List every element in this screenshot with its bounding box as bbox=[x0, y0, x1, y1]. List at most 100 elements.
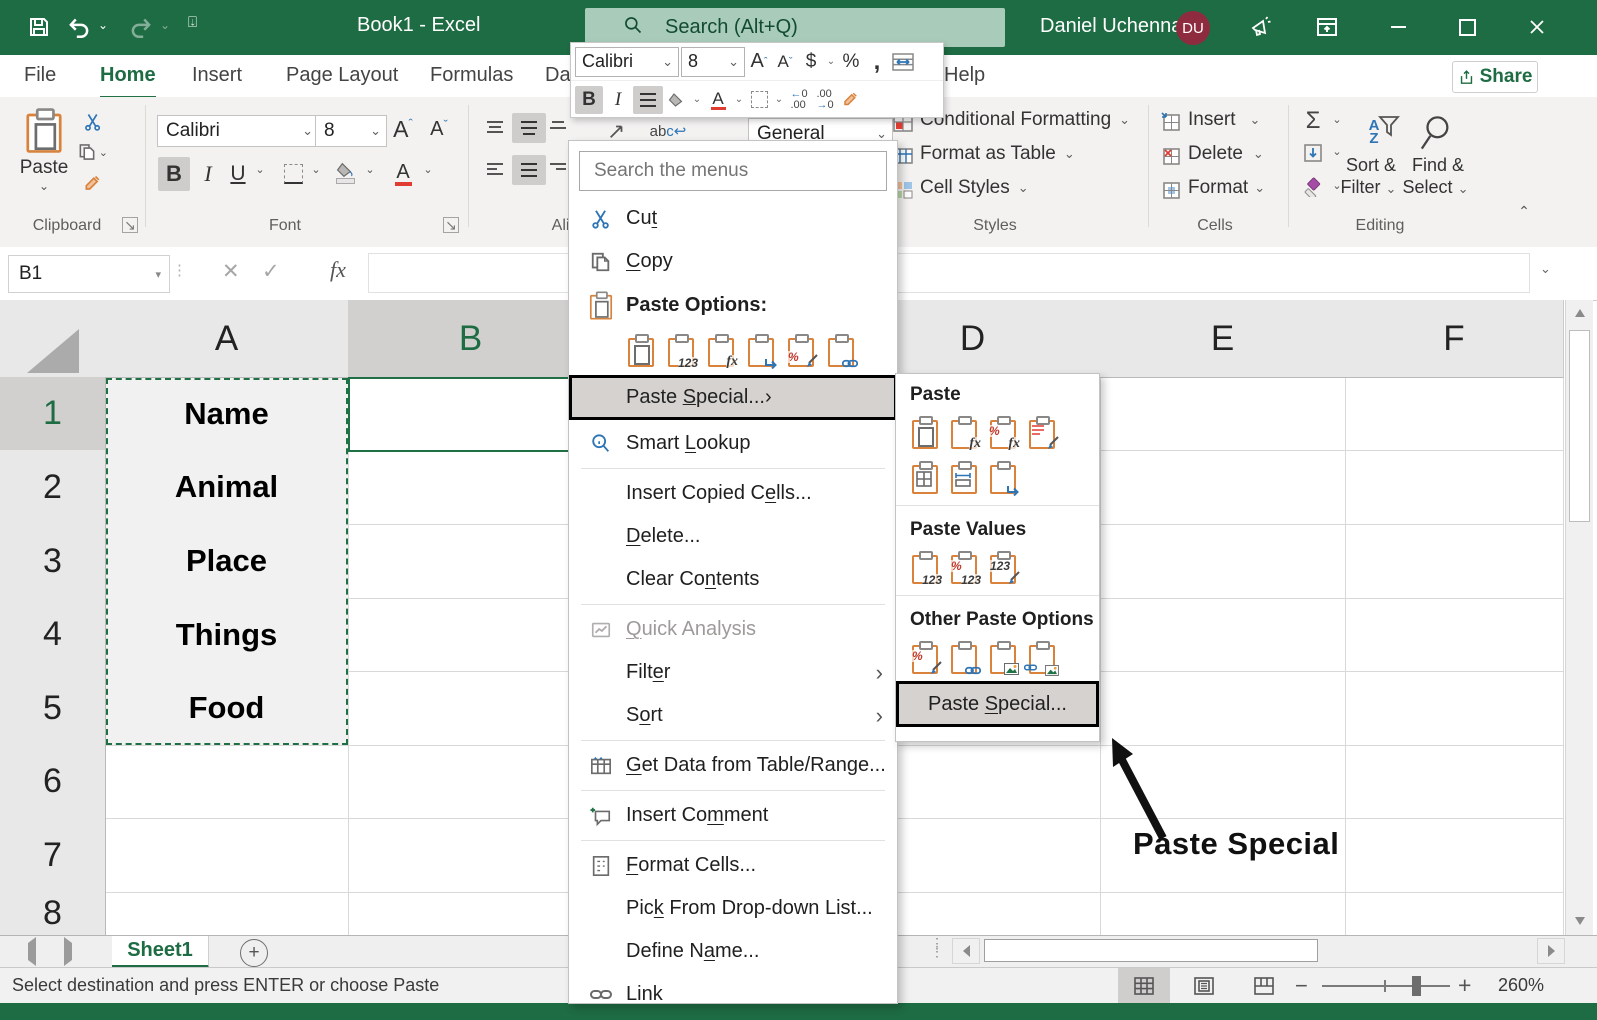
menu-item-insert-comment[interactable]: Insert Comment bbox=[569, 794, 897, 837]
zoom-out-button[interactable]: − bbox=[1295, 973, 1308, 999]
clipboard-dialog-launcher[interactable]: ↘ bbox=[122, 217, 138, 233]
quick-access-toolbar-icon[interactable]: ⍗ bbox=[188, 14, 197, 31]
row-header-8[interactable]: 8 bbox=[0, 892, 106, 936]
align-left-icon[interactable] bbox=[478, 155, 512, 185]
format-cells-ribbon-button[interactable]: Format ⌄ bbox=[1188, 177, 1270, 199]
mini-fill-dropdown-icon[interactable]: ⌄ bbox=[691, 86, 703, 114]
vertical-scroll-thumb[interactable] bbox=[1569, 330, 1590, 522]
row-header-4[interactable]: 4 bbox=[0, 598, 106, 672]
paste-transpose-icon[interactable] bbox=[746, 333, 777, 369]
menu-item-cut[interactable]: Cut bbox=[569, 197, 897, 240]
clear-icon[interactable] bbox=[1298, 173, 1328, 201]
font-size-select[interactable]: 8 ⌄ bbox=[315, 115, 387, 147]
tab-home[interactable]: Home bbox=[100, 55, 156, 100]
mini-italic-button[interactable]: I bbox=[605, 86, 631, 114]
mini-bold-button[interactable]: B bbox=[575, 85, 603, 114]
add-sheet-button[interactable]: + bbox=[240, 939, 268, 967]
menu-item-smart-lookup[interactable]: Smart Lookup bbox=[569, 422, 897, 465]
font-color-icon[interactable]: A bbox=[388, 155, 418, 191]
cell-A4[interactable]: Things bbox=[105, 598, 348, 671]
menu-item-clear-contents[interactable]: Clear Contents bbox=[569, 558, 897, 601]
cell-styles-button[interactable]: Cell Styles ⌄ bbox=[920, 177, 1034, 199]
cell-A5[interactable]: Food bbox=[105, 671, 348, 745]
menu-item-sort[interactable]: Sort › bbox=[569, 694, 897, 737]
format-painter-icon[interactable] bbox=[78, 171, 108, 197]
tab-insert[interactable]: Insert bbox=[192, 55, 242, 96]
mini-borders-dropdown-icon[interactable]: ⌄ bbox=[773, 86, 785, 114]
paste-values-icon[interactable]: 123 bbox=[666, 333, 698, 369]
minimize-button[interactable] bbox=[1375, 7, 1421, 47]
horizontal-scroll-thumb[interactable] bbox=[984, 939, 1318, 962]
row-header-2[interactable]: 2 bbox=[0, 450, 106, 525]
mini-accounting-dropdown-icon[interactable]: ⌄ bbox=[825, 48, 837, 76]
mini-font-color-dropdown-icon[interactable]: ⌄ bbox=[733, 86, 745, 114]
paste-picture-icon[interactable] bbox=[988, 641, 1019, 675]
menu-item-link[interactable]: Link bbox=[569, 973, 897, 1003]
paste-linked-picture-icon[interactable] bbox=[1024, 641, 1059, 676]
formula-input[interactable] bbox=[368, 253, 1530, 293]
hscroll-right-icon[interactable] bbox=[1537, 938, 1565, 964]
menu-search-input[interactable] bbox=[580, 159, 886, 183]
sheet-next-icon[interactable] bbox=[64, 937, 72, 966]
align-middle-icon[interactable] bbox=[512, 113, 546, 143]
font-dialog-launcher[interactable]: ↘ bbox=[443, 217, 459, 233]
align-right-icon[interactable] bbox=[546, 155, 570, 185]
share-button[interactable]: Share bbox=[1452, 61, 1538, 93]
namebox-splitter[interactable]: ⋮ bbox=[172, 261, 187, 279]
conditional-formatting-button[interactable]: Conditional Formatting ⌄ bbox=[920, 109, 1135, 131]
column-header-F[interactable]: F bbox=[1345, 300, 1564, 378]
user-name[interactable]: Daniel Uchenna bbox=[1040, 15, 1182, 38]
font-name-select[interactable]: Calibri ⌄ bbox=[157, 115, 319, 147]
mini-font-size-select[interactable]: 8 ⌄ bbox=[681, 46, 745, 77]
paste-link-icon[interactable] bbox=[826, 333, 858, 367]
menu-item-insert-copied-cells[interactable]: Insert Copied Cells... bbox=[569, 472, 897, 515]
autosum-dropdown-icon[interactable]: ⌄ bbox=[1330, 113, 1344, 126]
mini-decrease-decimal-icon[interactable]: ←0.00 bbox=[787, 86, 811, 114]
italic-button[interactable]: I bbox=[194, 157, 222, 191]
name-box-dropdown-icon[interactable]: ▾ bbox=[155, 268, 161, 281]
tab-splitter-handle[interactable]: ⋮ ⋮ bbox=[930, 936, 944, 958]
menu-search-box[interactable] bbox=[579, 151, 887, 191]
paste-formulas-icon[interactable]: fx bbox=[706, 333, 738, 369]
borders-dropdown-icon[interactable]: ⌄ bbox=[308, 163, 324, 176]
tab-formulas[interactable]: Formulas bbox=[430, 55, 513, 96]
cell-A1[interactable]: Name bbox=[105, 377, 348, 450]
paste-values-icon[interactable]: 123 bbox=[910, 551, 942, 586]
menu-item-filter[interactable]: Filter › bbox=[569, 651, 897, 694]
increase-font-icon[interactable]: Aˆ bbox=[386, 113, 420, 145]
mini-fill-color-icon[interactable] bbox=[665, 86, 689, 114]
mini-font-name-select[interactable]: Calibri ⌄ bbox=[575, 46, 679, 77]
mini-decrease-font-icon[interactable]: Aˇ bbox=[773, 48, 797, 76]
row-header-7[interactable]: 7 bbox=[0, 818, 106, 893]
format-as-table-button[interactable]: Format as Table ⌄ bbox=[920, 143, 1080, 165]
select-all-corner[interactable] bbox=[0, 300, 106, 378]
sort-filter-button[interactable]: Sort & Filter ⌄ bbox=[1336, 155, 1406, 198]
mini-center-align-icon[interactable] bbox=[633, 85, 663, 114]
borders-icon[interactable] bbox=[280, 159, 306, 189]
zoom-in-button[interactable]: + bbox=[1458, 972, 1471, 999]
cell-A3[interactable]: Place bbox=[105, 524, 348, 598]
zoom-slider-thumb[interactable] bbox=[1412, 976, 1421, 996]
column-header-B[interactable]: B bbox=[348, 300, 594, 378]
cell-A2[interactable]: Animal bbox=[105, 450, 348, 524]
paste-formatting-icon[interactable]: % bbox=[910, 641, 942, 674]
normal-view-icon[interactable] bbox=[1118, 968, 1170, 1003]
mini-percent-icon[interactable]: % bbox=[839, 48, 863, 76]
undo-icon[interactable] bbox=[62, 10, 96, 44]
collapse-ribbon-icon[interactable]: ⌃ bbox=[1512, 201, 1536, 221]
mini-format-painter-icon[interactable] bbox=[839, 86, 863, 114]
sheet-prev-icon[interactable] bbox=[28, 937, 36, 966]
page-layout-view-icon[interactable] bbox=[1178, 968, 1230, 1003]
close-button[interactable] bbox=[1514, 7, 1560, 47]
insert-function-icon[interactable]: fx bbox=[330, 257, 346, 283]
bold-button[interactable]: B bbox=[158, 157, 190, 191]
cut-icon[interactable] bbox=[78, 109, 108, 135]
mini-merge-center-icon[interactable] bbox=[891, 48, 915, 76]
mini-accounting-format-icon[interactable]: $ bbox=[799, 48, 823, 76]
autosum-icon[interactable]: Σ bbox=[1298, 107, 1328, 135]
menu-item-get-data-from-table[interactable]: Get Data from Table/Range... bbox=[569, 744, 897, 787]
insert-cells-button[interactable]: Insert ⌄ bbox=[1188, 109, 1265, 131]
paste-link-icon[interactable] bbox=[949, 641, 981, 675]
menu-item-delete[interactable]: Delete... bbox=[569, 515, 897, 558]
expand-formula-bar-icon[interactable]: ⌄ bbox=[1540, 261, 1551, 277]
